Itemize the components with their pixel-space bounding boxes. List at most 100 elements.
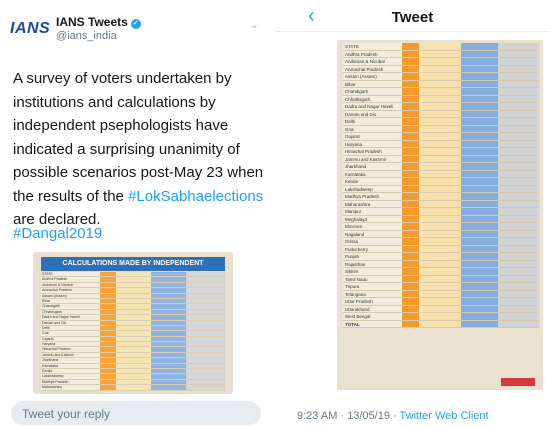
value-cell — [484, 298, 498, 305]
table-row: Orissa — [343, 238, 539, 246]
value-cell — [484, 208, 498, 215]
value-cell — [401, 260, 420, 267]
tweet-image[interactable]: CALCULATIONS MADE BY INDEPENDENT PSEPHOL… — [33, 252, 233, 394]
state-cell: Tripura — [343, 283, 402, 290]
value-cell — [484, 185, 498, 192]
value-cell — [460, 215, 485, 222]
state-cell: STATE — [41, 272, 100, 277]
value-cell — [99, 315, 117, 320]
value-cell — [419, 140, 447, 147]
account-name[interactable]: IANS Tweets ✓ — [56, 15, 141, 29]
value-cell — [446, 118, 461, 125]
value-cell — [116, 347, 141, 352]
value-cell — [171, 277, 187, 282]
value-cell — [99, 369, 117, 374]
table-row: Karnataka — [343, 170, 539, 178]
value-cell — [151, 282, 172, 288]
value-cell — [497, 320, 539, 327]
value-cell — [497, 215, 539, 222]
value-cell — [116, 315, 141, 320]
table-row: Madhya Pradesh — [343, 193, 539, 201]
table-row: Puducherry — [343, 245, 539, 253]
value-cell — [460, 238, 485, 245]
image-title: CALCULATIONS MADE BY INDEPENDENT PSEPHOL… — [41, 257, 225, 281]
value-cell — [446, 298, 461, 305]
table-row: Mizoram — [343, 223, 539, 231]
value-cell — [484, 170, 498, 177]
value-cell — [401, 200, 420, 207]
value-cell — [116, 336, 141, 342]
value-cell — [484, 245, 498, 252]
value-cell — [484, 155, 498, 162]
account-handle[interactable]: @ians_india — [56, 30, 117, 42]
value-cell — [446, 178, 461, 185]
value-cell — [140, 272, 152, 277]
ians-logo[interactable]: IANS — [10, 20, 50, 38]
value-cell — [419, 298, 447, 305]
value-cell — [140, 342, 152, 347]
value-cell — [484, 58, 498, 65]
value-cell — [140, 336, 152, 342]
value-cell — [460, 80, 485, 87]
screen: IANS IANS Tweets ✓ @ians_india ⌄ A survey… — [0, 0, 549, 427]
value-cell — [460, 200, 485, 207]
value-cell — [419, 125, 447, 132]
state-cell: Maharashtra — [343, 200, 402, 207]
value-cell — [419, 290, 447, 297]
value-cell — [186, 272, 225, 277]
value-cell — [401, 245, 420, 252]
value-cell — [99, 293, 117, 298]
value-cell — [446, 238, 461, 245]
value-cell — [99, 298, 117, 304]
table-row: Daman and Diu — [343, 110, 539, 118]
expanded-image[interactable]: STATE Andhra Pradesh Andaman & Nicobar Arun… — [337, 40, 543, 390]
chevron-down-icon[interactable]: ⌄ — [250, 18, 259, 31]
state-cell: Assam (Assam) — [41, 293, 100, 298]
value-cell — [171, 298, 187, 304]
timestamp: 9:23 AM · 13/05/19 · — [297, 410, 400, 422]
value-cell — [446, 65, 461, 72]
value-cell — [140, 331, 152, 336]
value-cell — [186, 379, 225, 385]
value-cell — [401, 253, 420, 260]
state-cell: STATE — [343, 43, 402, 50]
value-cell — [484, 320, 498, 327]
client-link[interactable]: Twitter Web Client — [400, 410, 489, 422]
value-cell — [446, 148, 461, 155]
value-cell — [419, 148, 447, 155]
value-cell — [497, 80, 539, 87]
value-cell — [401, 125, 420, 132]
value-cell — [484, 305, 498, 312]
value-cell — [497, 275, 539, 282]
state-cell: Chhattisgarh — [343, 95, 402, 102]
value-cell — [401, 133, 420, 140]
value-cell — [419, 268, 447, 275]
value-cell — [186, 293, 225, 298]
value-cell — [497, 155, 539, 162]
value-cell — [460, 298, 485, 305]
value-cell — [446, 193, 461, 200]
hashtag-dangal2019[interactable]: #Dangal2019 — [13, 225, 102, 242]
value-cell — [401, 155, 420, 162]
value-cell — [116, 385, 141, 390]
hashtag-loksabhaelections[interactable]: #LokSabhaelections — [128, 188, 263, 205]
value-cell — [140, 288, 152, 293]
value-cell — [401, 148, 420, 155]
state-cell: Andhra Pradesh — [343, 50, 402, 57]
table-row: Andaman & Nicobar — [343, 58, 539, 66]
table-row: Nagaland — [343, 230, 539, 238]
value-cell — [497, 148, 539, 155]
value-cell — [116, 358, 141, 363]
value-cell — [419, 260, 447, 267]
value-cell — [186, 336, 225, 342]
value-cell — [484, 43, 498, 50]
value-cell — [140, 320, 152, 325]
value-cell — [140, 358, 152, 363]
table-row: Bihar — [343, 80, 539, 88]
value-cell — [186, 385, 225, 390]
value-cell — [171, 309, 187, 315]
value-cell — [116, 288, 141, 293]
reply-input[interactable]: Tweet your reply — [11, 401, 261, 425]
table-row: Assam (Assam) — [343, 73, 539, 81]
value-cell — [460, 305, 485, 312]
